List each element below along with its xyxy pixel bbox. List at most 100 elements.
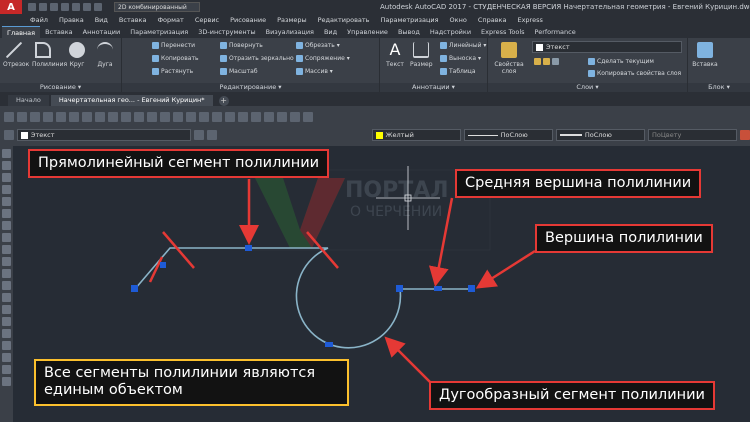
layer-match-icon[interactable] <box>207 130 218 140</box>
tool-icon[interactable] <box>2 305 11 314</box>
mirror-tool[interactable]: Отразить зеркально <box>220 55 294 62</box>
toolbar-icon[interactable] <box>251 112 261 122</box>
menu-item[interactable]: Окно <box>450 16 467 24</box>
arc-midpoint-grip[interactable] <box>325 342 333 347</box>
tab-manage[interactable]: Управление <box>342 26 393 38</box>
tool-icon[interactable] <box>2 293 11 302</box>
polyline-tool[interactable]: Полилиния <box>32 42 67 68</box>
tab-start[interactable]: Начало <box>8 95 49 106</box>
tool-icon[interactable] <box>2 317 11 326</box>
toolbar-icon[interactable] <box>95 112 105 122</box>
menu-item[interactable]: Вставка <box>119 16 147 24</box>
menu-item[interactable]: Параметризация <box>381 16 439 24</box>
toolbar-icon[interactable] <box>56 112 66 122</box>
toolbar-icon[interactable] <box>290 112 300 122</box>
scale-tool[interactable]: Масштаб <box>220 68 258 75</box>
toolbar-icon[interactable] <box>121 112 131 122</box>
toolbar-icon[interactable] <box>277 112 287 122</box>
layer-lock-icon[interactable] <box>552 58 559 65</box>
tab-annotate[interactable]: Аннотации <box>78 26 126 38</box>
toolbar-icon[interactable] <box>238 112 248 122</box>
tab-output[interactable]: Вывод <box>393 26 425 38</box>
toolbar-icon[interactable] <box>199 112 209 122</box>
toolbar-icon[interactable] <box>147 112 157 122</box>
polyline-grips[interactable] <box>131 245 475 347</box>
midpoint-grip[interactable] <box>160 262 166 268</box>
layers-panel-label[interactable]: Слои ▾ <box>488 83 687 92</box>
undo-icon[interactable] <box>83 3 91 11</box>
toolbar-icon[interactable] <box>30 112 40 122</box>
tab-insert[interactable]: Вставка <box>40 26 78 38</box>
toolbar-icon[interactable] <box>264 112 274 122</box>
dimension-tool[interactable]: Размер <box>410 42 433 68</box>
tool-icon[interactable] <box>2 353 11 362</box>
midpoint-grip[interactable] <box>245 245 252 251</box>
save-icon[interactable] <box>50 3 58 11</box>
match-layer-tool[interactable]: Копировать свойства слоя <box>588 70 681 77</box>
tool-icon[interactable] <box>2 377 11 386</box>
linetype-combo[interactable]: ПоСлою <box>463 129 553 141</box>
tab-render[interactable]: Визуализация <box>261 26 319 38</box>
toolbar-icon[interactable] <box>69 112 79 122</box>
menu-item[interactable]: Файл <box>30 16 48 24</box>
toolbar-icon[interactable] <box>4 112 14 122</box>
tab-home[interactable]: Главная <box>2 26 41 38</box>
tab-express-tools[interactable]: Express Tools <box>476 26 529 38</box>
tool-icon[interactable] <box>2 173 11 182</box>
layer-freeze-icon[interactable] <box>543 58 550 65</box>
modify-panel-label[interactable]: Редактирование ▾ <box>122 83 379 92</box>
tool-icon[interactable] <box>2 233 11 242</box>
toolbar-icon[interactable] <box>108 112 118 122</box>
tool-icon[interactable] <box>2 257 11 266</box>
tool-icon[interactable] <box>2 329 11 338</box>
tab-3d-tools[interactable]: 3D-инструменты <box>193 26 260 38</box>
tool-icon[interactable] <box>2 221 11 230</box>
toolbar-icon[interactable] <box>160 112 170 122</box>
tool-icon[interactable] <box>2 149 11 158</box>
midpoint-grip[interactable] <box>434 286 442 291</box>
make-current-tool[interactable]: Сделать текущим <box>588 58 654 65</box>
autocad-logo-icon[interactable]: A <box>0 0 22 14</box>
tab-drawing[interactable]: Начертательная гео... - Евгений Курицин* <box>50 95 213 106</box>
toolbar-icon[interactable] <box>186 112 196 122</box>
plotstyle-combo[interactable]: ПоЦвету <box>647 129 738 141</box>
line-tool[interactable]: Отрезок <box>3 42 29 68</box>
table-tool[interactable]: Таблица <box>440 68 476 75</box>
toolbar-icon[interactable] <box>303 112 313 122</box>
vertex-grip[interactable] <box>396 285 403 292</box>
open-file-icon[interactable] <box>39 3 47 11</box>
fillet-tool[interactable]: Сопряжение ▾ <box>296 55 350 62</box>
text-tool[interactable]: A Текст <box>384 42 406 69</box>
toolbar-icon[interactable] <box>82 112 92 122</box>
toolbar-icon[interactable] <box>173 112 183 122</box>
menu-item[interactable]: Правка <box>59 16 84 24</box>
toolbar-icon[interactable] <box>212 112 222 122</box>
workspace-select[interactable]: 2D комбинированный <box>114 2 200 12</box>
save-as-icon[interactable] <box>61 3 69 11</box>
menu-item[interactable]: Редактировать <box>318 16 370 24</box>
layer-on-icon[interactable] <box>534 58 541 65</box>
vertex-grip[interactable] <box>468 285 475 292</box>
menu-item[interactable]: Рисование <box>230 16 266 24</box>
menu-item[interactable]: Справка <box>478 16 507 24</box>
toolbar-icon[interactable] <box>134 112 144 122</box>
tool-icon[interactable] <box>2 161 11 170</box>
trim-tool[interactable]: Обрезать ▾ <box>296 42 340 49</box>
tool-icon[interactable] <box>2 365 11 374</box>
tool-icon[interactable] <box>2 341 11 350</box>
menu-item[interactable]: Express <box>517 16 542 24</box>
tool-icon[interactable] <box>2 197 11 206</box>
tab-view[interactable]: Вид <box>319 26 342 38</box>
insert-block-tool[interactable]: Вставка <box>692 42 718 68</box>
annotation-panel-label[interactable]: Аннотации ▾ <box>380 83 487 92</box>
rotate-tool[interactable]: Повернуть <box>220 42 263 49</box>
tool-icon[interactable] <box>2 209 11 218</box>
tool-icon[interactable] <box>2 245 11 254</box>
new-tab-icon[interactable]: + <box>218 96 229 106</box>
tab-addins[interactable]: Надстройки <box>425 26 476 38</box>
lineweight-combo[interactable]: ПоСлою <box>555 129 645 141</box>
tab-parametric[interactable]: Параметризация <box>125 26 193 38</box>
move-tool[interactable]: Перенести <box>152 42 195 49</box>
drawing-canvas[interactable]: ПОРТАЛ О ЧЕРЧЕНИИ Прямолинейный сегмент … <box>13 146 750 422</box>
tab-performance[interactable]: Performance <box>530 26 581 38</box>
